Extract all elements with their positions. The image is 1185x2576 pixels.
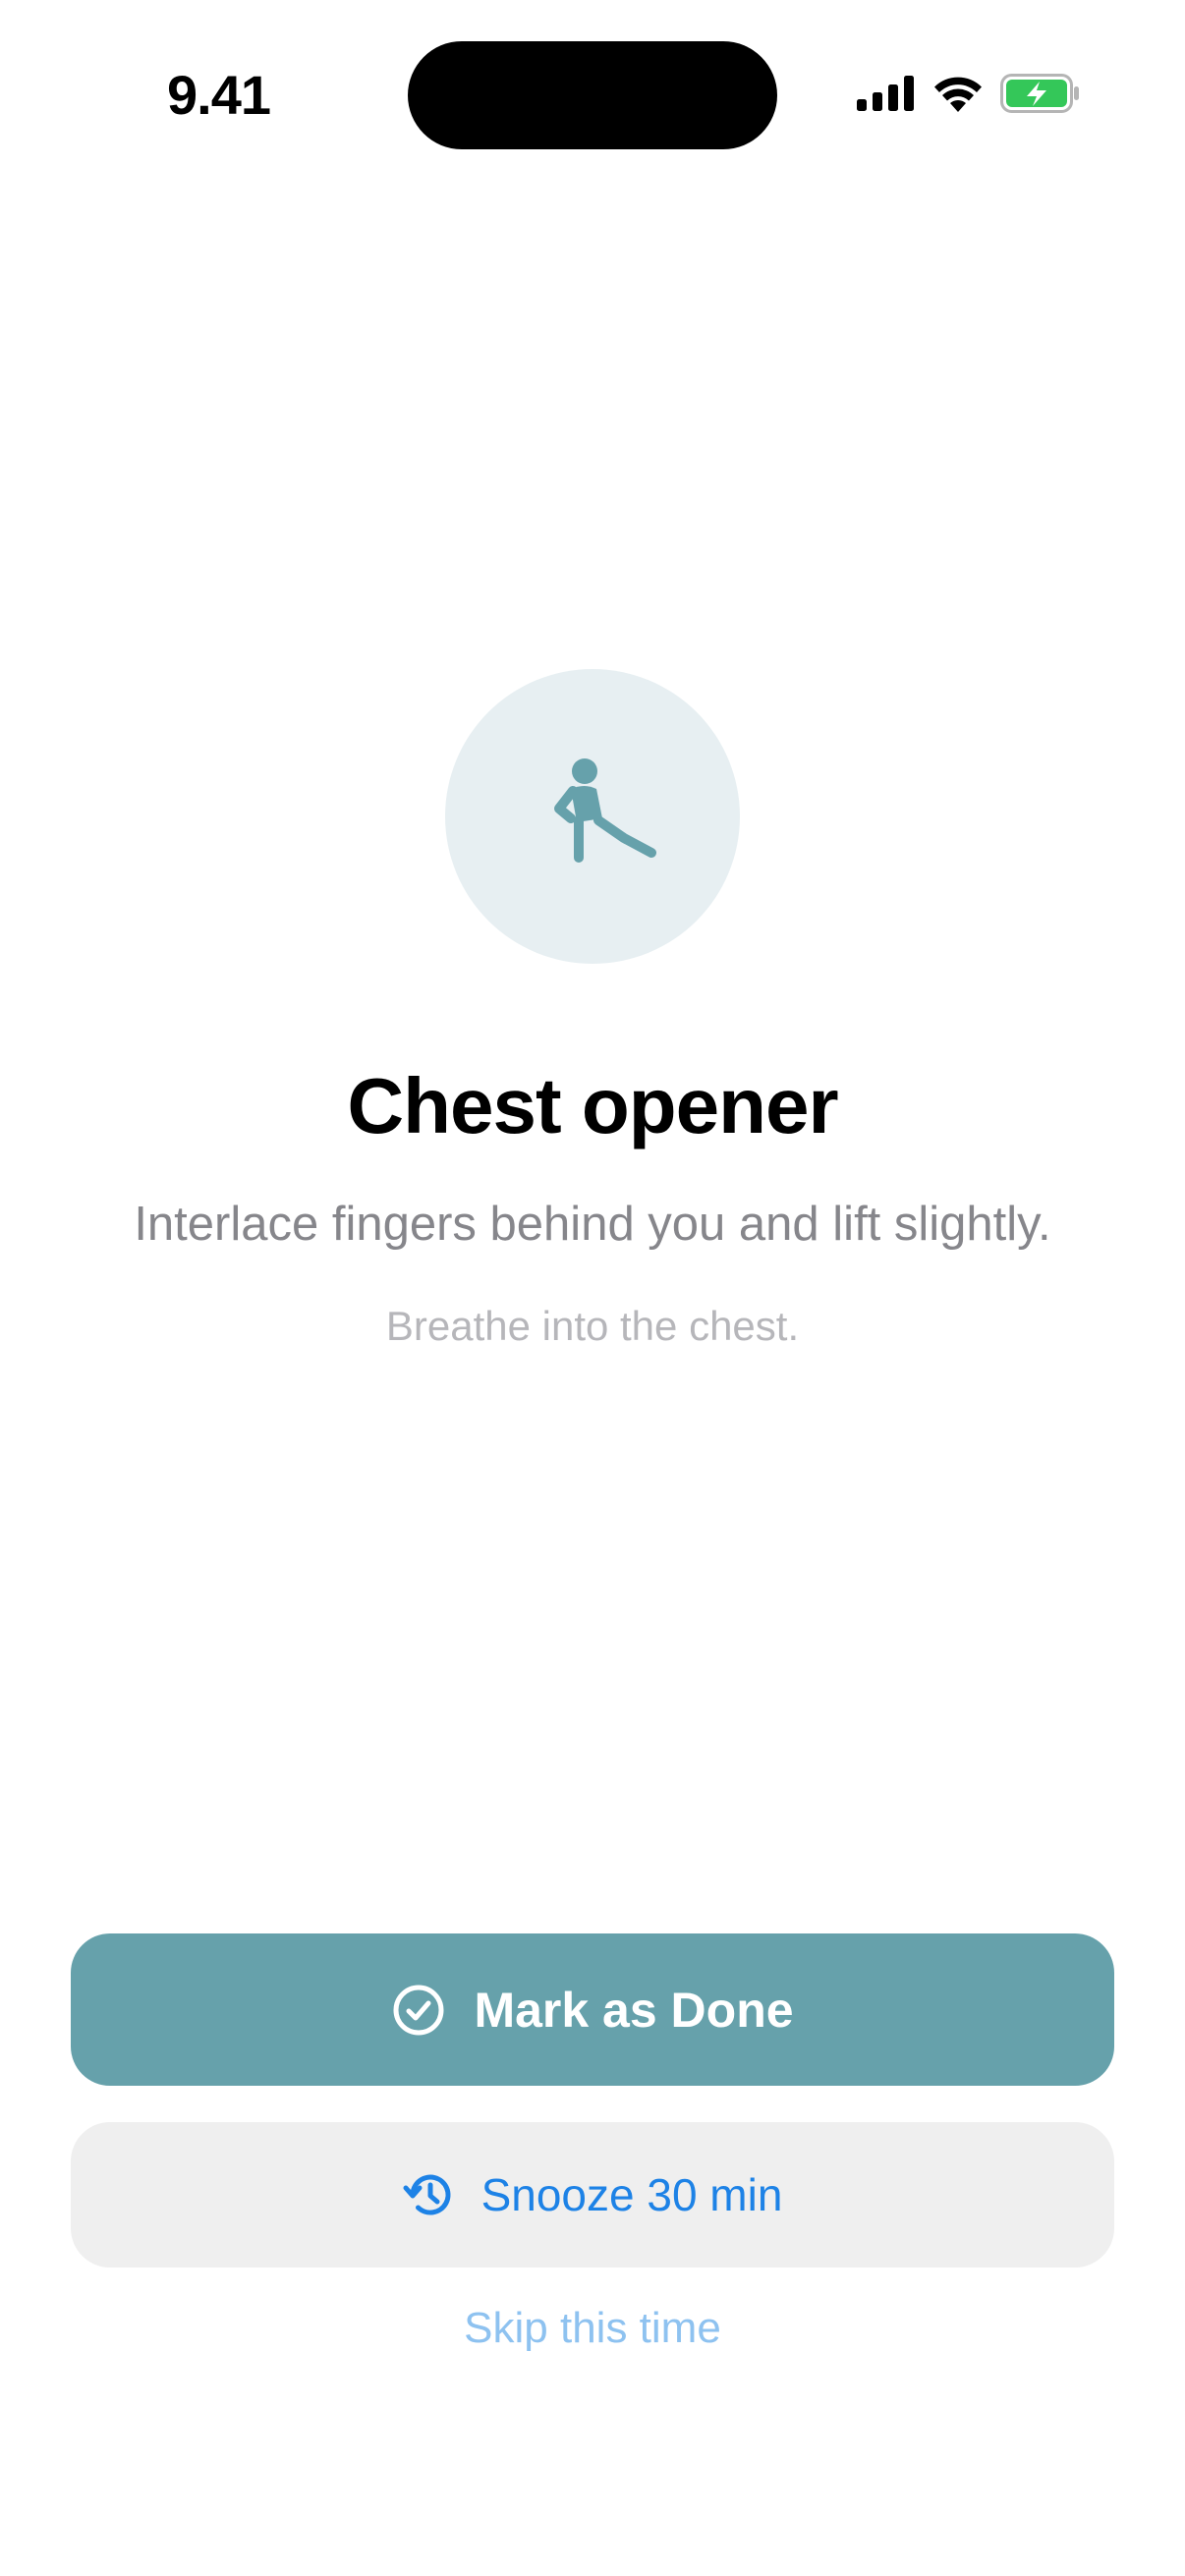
reminder-screen: 9.41 Chest opener Interlace fingers behi… xyxy=(0,0,1185,2576)
snooze-label: Snooze 30 min xyxy=(480,2169,783,2220)
checkmark-circle-icon xyxy=(391,1983,446,2038)
status-icons xyxy=(857,71,1081,116)
status-bar: 9.41 xyxy=(0,0,1185,196)
mark-as-done-button[interactable]: Mark as Done xyxy=(71,1933,1114,2086)
dynamic-island xyxy=(408,41,777,149)
exercise-hint: Breathe into the chest. xyxy=(385,1303,800,1349)
exercise-illustration xyxy=(445,669,740,964)
clock-history-icon xyxy=(403,2168,456,2221)
cellular-signal-icon xyxy=(857,76,916,111)
stretching-figure-icon xyxy=(554,758,656,863)
mark-as-done-label: Mark as Done xyxy=(474,1982,794,2038)
skip-link[interactable]: Skip this time xyxy=(0,2304,1185,2353)
status-time: 9.41 xyxy=(167,64,271,126)
wifi-icon xyxy=(933,75,983,112)
exercise-title: Chest opener xyxy=(347,1062,838,1149)
exercise-instruction: Interlace fingers behind you and lift sl… xyxy=(134,1198,1051,1251)
battery-charging-icon xyxy=(1000,74,1081,113)
snooze-button[interactable]: Snooze 30 min xyxy=(71,2122,1114,2268)
